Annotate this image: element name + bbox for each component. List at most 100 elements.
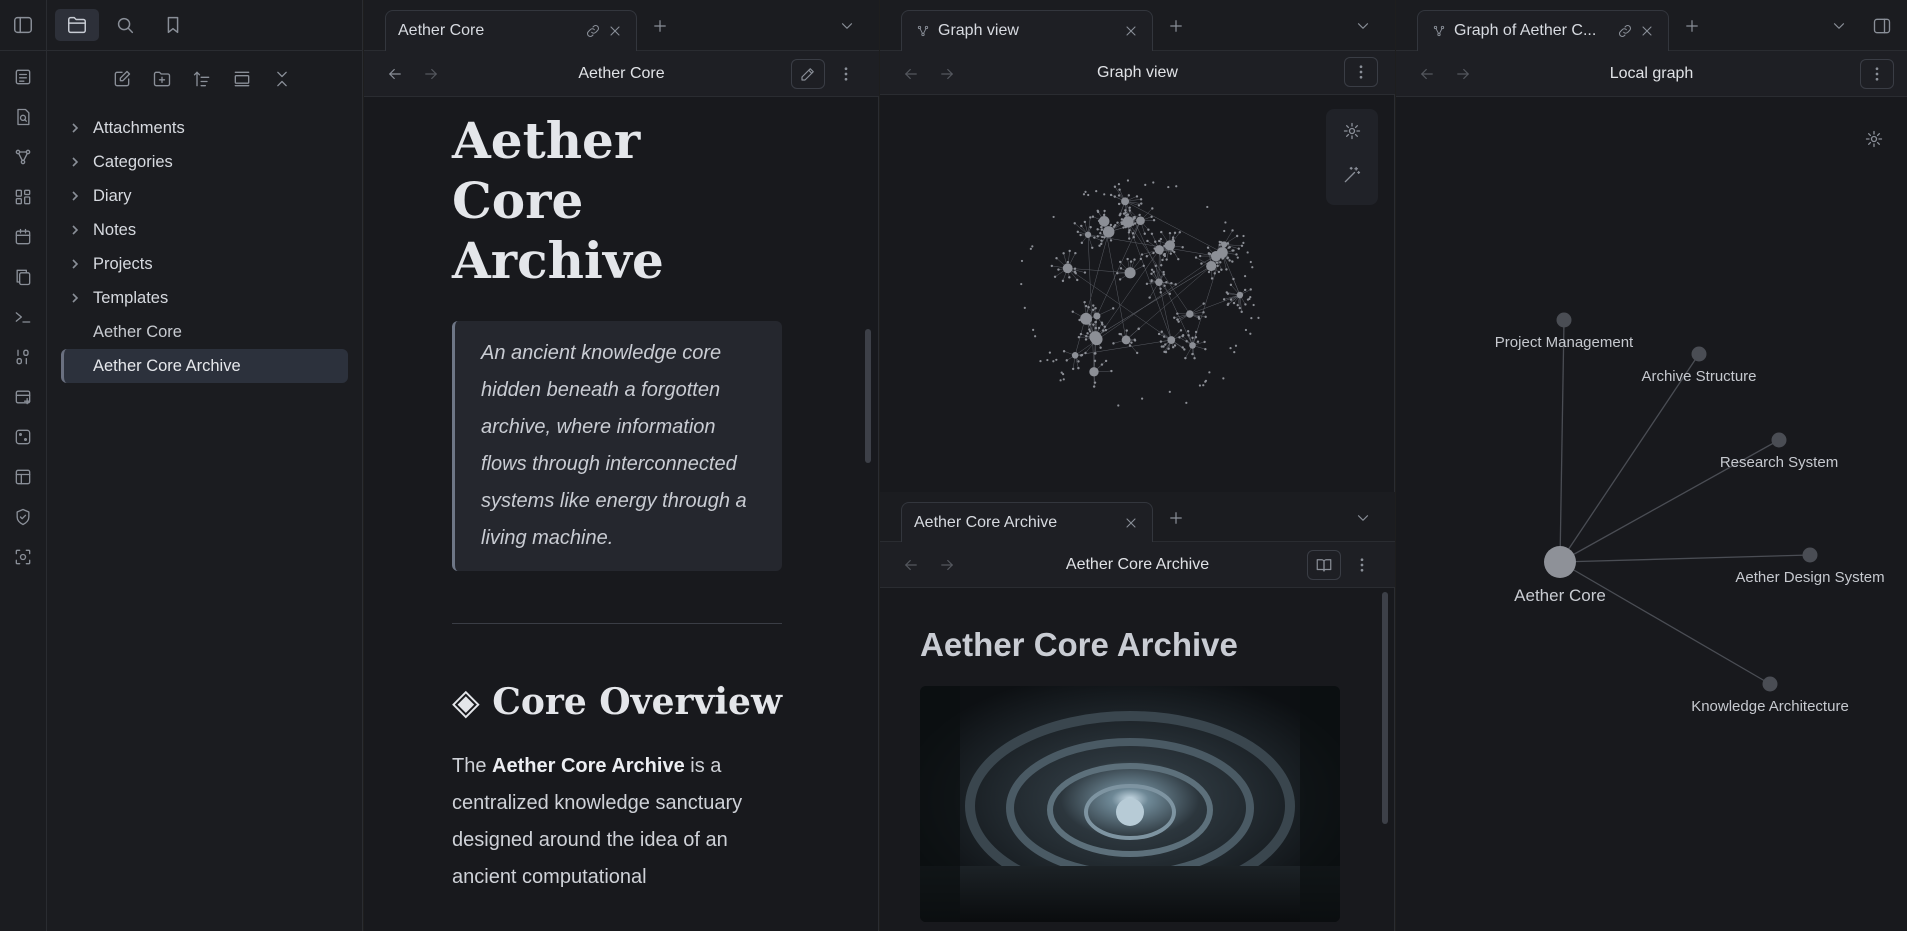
folder-label: Notes xyxy=(93,220,137,239)
auto-reveal-icon[interactable] xyxy=(228,65,256,93)
local-graph-svg[interactable]: Project Management Archive Structure Res… xyxy=(1396,97,1907,931)
collapse-all-icon[interactable] xyxy=(268,65,296,93)
link-icon[interactable] xyxy=(1614,20,1636,42)
new-tab-icon[interactable] xyxy=(1164,14,1188,38)
settings-gear-icon[interactable] xyxy=(1860,125,1888,153)
more-options-icon[interactable] xyxy=(1344,57,1378,87)
folder-label: Templates xyxy=(93,288,169,307)
graph-node[interactable] xyxy=(1762,676,1778,692)
file-explorer-sidebar: Attachments Categories Diary Notes Proje… xyxy=(47,0,363,931)
graph-edge xyxy=(1559,554,1811,563)
forward-arrow-icon[interactable] xyxy=(416,60,446,88)
folder-diary[interactable]: Diary xyxy=(61,179,348,213)
back-arrow-icon[interactable] xyxy=(380,60,410,88)
scan-icon[interactable] xyxy=(9,543,37,571)
folder-attachments[interactable]: Attachments xyxy=(61,111,348,145)
node-label: Knowledge Architecture xyxy=(1691,698,1849,715)
note-title: Aether Core Archive xyxy=(452,111,664,290)
more-options-icon[interactable] xyxy=(831,60,861,88)
pane2b-reading-view[interactable]: Aether Core Archive xyxy=(880,588,1395,931)
folder-icon[interactable] xyxy=(55,9,99,41)
tab-graph-view[interactable]: Graph view xyxy=(901,10,1153,51)
new-tab-icon[interactable] xyxy=(1680,14,1704,38)
layout-icon[interactable] xyxy=(9,463,37,491)
dice-icon[interactable] xyxy=(9,423,37,451)
chevron-right-icon xyxy=(69,122,83,134)
shield-check-icon[interactable] xyxy=(9,503,37,531)
close-icon[interactable] xyxy=(604,20,626,42)
chevron-down-icon[interactable] xyxy=(1351,506,1375,530)
folder-templates[interactable]: Templates xyxy=(61,281,348,315)
file-list-icon[interactable] xyxy=(9,63,37,91)
global-graph-canvas[interactable] xyxy=(880,95,1395,492)
node-label: Aether Design System xyxy=(1735,569,1884,586)
chevron-down-icon[interactable] xyxy=(1351,14,1375,38)
tab-aether-core-archive[interactable]: Aether Core Archive xyxy=(901,502,1153,543)
editor-scrollbar[interactable] xyxy=(865,329,871,463)
forward-arrow-icon[interactable] xyxy=(1448,60,1478,88)
numbers-icon[interactable] xyxy=(9,343,37,371)
pane1-tabbar: Aether Core xyxy=(364,0,879,51)
folder-categories[interactable]: Categories xyxy=(61,145,348,179)
chevron-right-icon xyxy=(69,190,83,202)
new-tab-icon[interactable] xyxy=(648,14,672,38)
back-arrow-icon[interactable] xyxy=(896,60,926,88)
callout-quote: An ancient knowledge core hidden beneath… xyxy=(452,321,782,571)
view-title: Aether Core xyxy=(578,64,665,82)
close-icon[interactable] xyxy=(1636,20,1658,42)
tab-aether-core[interactable]: Aether Core xyxy=(385,10,637,51)
more-options-icon[interactable] xyxy=(1860,59,1894,89)
chevron-down-icon[interactable] xyxy=(835,14,859,38)
close-icon[interactable] xyxy=(1120,20,1142,42)
back-arrow-icon[interactable] xyxy=(896,551,926,579)
tab-local-graph[interactable]: Graph of Aether C... xyxy=(1417,10,1669,51)
reading-mode-book-icon[interactable] xyxy=(1307,550,1341,580)
back-arrow-icon[interactable] xyxy=(1412,60,1442,88)
new-tab-icon[interactable] xyxy=(1164,506,1188,530)
pane2b-tabbar: Aether Core Archive xyxy=(880,492,1395,543)
link-icon[interactable] xyxy=(582,20,604,42)
more-options-icon[interactable] xyxy=(1347,551,1377,579)
forward-arrow-icon[interactable] xyxy=(932,551,962,579)
close-icon[interactable] xyxy=(1120,512,1142,534)
settings-gear-icon[interactable] xyxy=(1326,109,1378,153)
graph-node[interactable] xyxy=(1691,346,1707,362)
terminal-icon[interactable] xyxy=(9,303,37,331)
global-graph-svg[interactable] xyxy=(880,95,1395,492)
file-aether-core[interactable]: Aether Core xyxy=(61,315,348,349)
para-text: The xyxy=(452,755,493,777)
graph-node[interactable] xyxy=(1771,432,1787,448)
graph-center-node[interactable] xyxy=(1544,546,1576,578)
graph-node[interactable] xyxy=(1802,547,1818,563)
calendar-icon[interactable] xyxy=(9,223,37,251)
folder-projects[interactable]: Projects xyxy=(61,247,348,281)
local-graph-canvas[interactable]: Project Management Archive Structure Res… xyxy=(1396,97,1907,931)
magic-wand-icon[interactable] xyxy=(1326,153,1378,197)
view-title: Graph view xyxy=(1097,63,1178,81)
new-note-icon[interactable] xyxy=(108,65,136,93)
file-aether-core-archive[interactable]: Aether Core Archive xyxy=(61,349,348,383)
chevron-down-icon[interactable] xyxy=(1827,14,1851,38)
edit-pencil-icon[interactable] xyxy=(791,59,825,89)
sidebar-toggle-icon[interactable] xyxy=(12,14,34,36)
bookmark-icon[interactable] xyxy=(151,9,195,41)
copy-icon[interactable] xyxy=(9,263,37,291)
reading-scrollbar[interactable] xyxy=(1382,592,1388,824)
pane1-editor[interactable]: Aether Core Archive An ancient knowledge… xyxy=(364,97,879,931)
kanban-icon[interactable] xyxy=(9,383,37,411)
chevron-right-icon xyxy=(69,292,83,304)
horizontal-rule xyxy=(452,623,782,624)
graph-icon[interactable] xyxy=(9,143,37,171)
graph-node[interactable] xyxy=(1556,312,1572,328)
forward-arrow-icon[interactable] xyxy=(932,60,962,88)
search-file-icon[interactable] xyxy=(9,103,37,131)
canvas-icon[interactable] xyxy=(9,183,37,211)
search-icon[interactable] xyxy=(103,9,147,41)
chevron-right-icon xyxy=(69,224,83,236)
folder-notes[interactable]: Notes xyxy=(61,213,348,247)
new-folder-icon[interactable] xyxy=(148,65,176,93)
right-sidebar-toggle-icon[interactable] xyxy=(1870,14,1894,38)
ribbon-top xyxy=(0,0,46,51)
sort-icon[interactable] xyxy=(188,65,216,93)
file-nav-actions xyxy=(41,51,362,103)
